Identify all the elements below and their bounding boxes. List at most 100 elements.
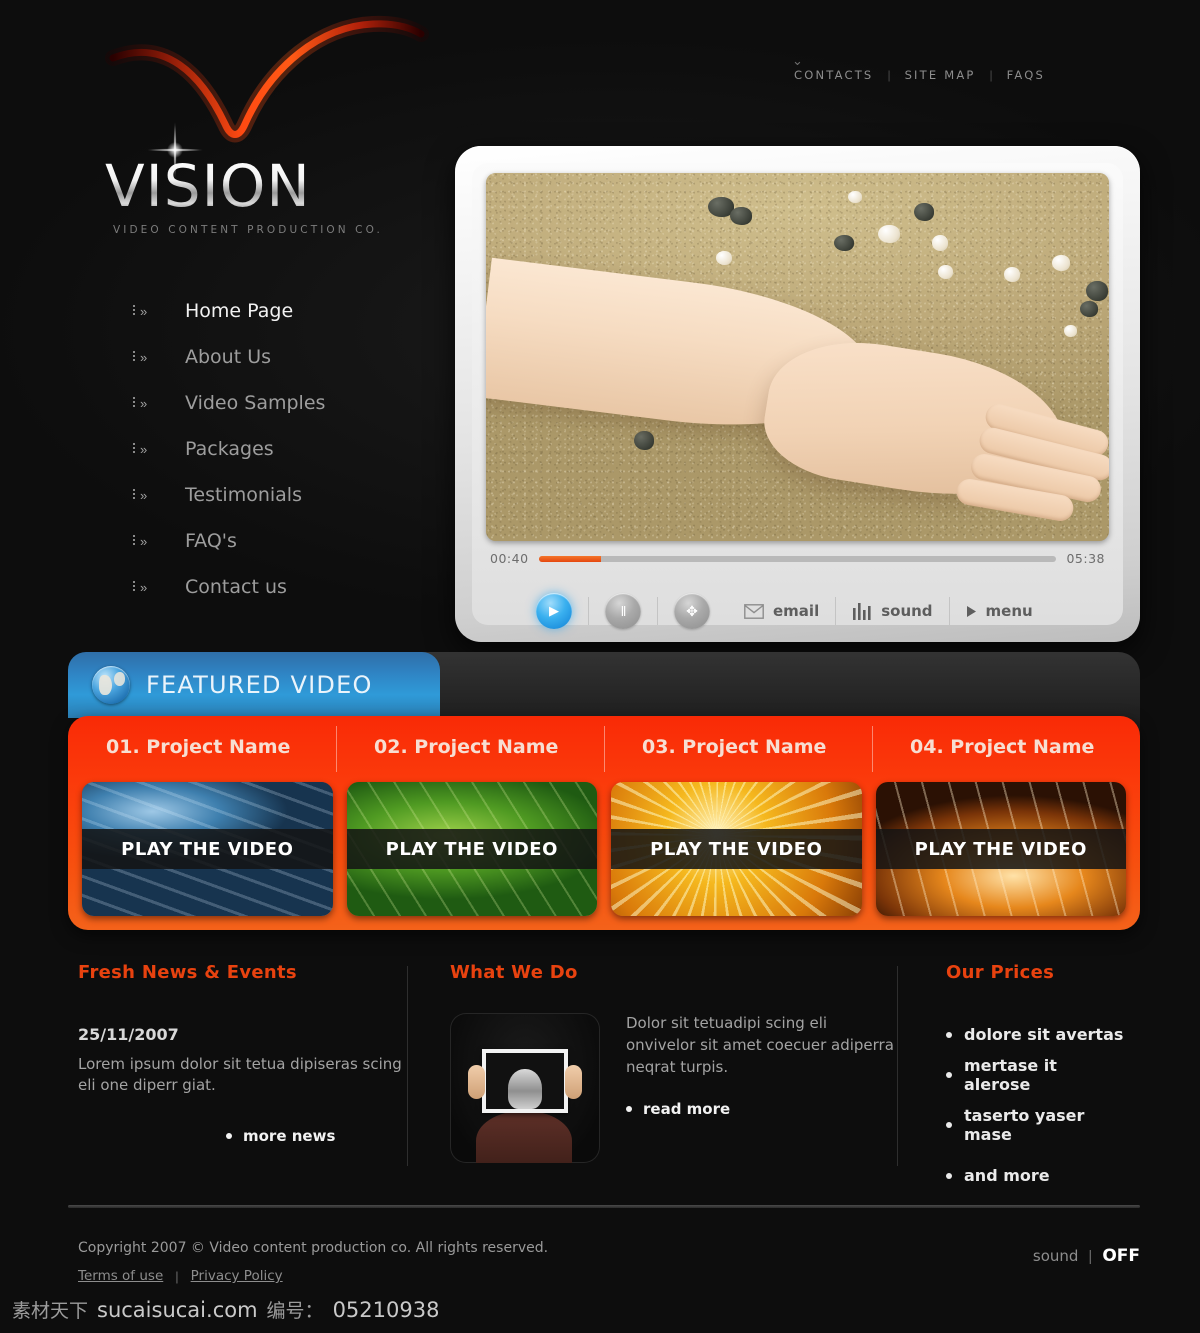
pebble bbox=[730, 207, 752, 225]
brand-name: VISION bbox=[105, 152, 311, 220]
project-thumbnail-3[interactable]: PLAY THE VIDEO bbox=[611, 782, 862, 916]
total-time: 05:38 bbox=[1066, 551, 1105, 566]
email-label: email bbox=[773, 602, 820, 620]
play-the-video-bar[interactable]: PLAY THE VIDEO bbox=[611, 829, 862, 869]
sidebar-item-video-samples[interactable]: » Video Samples bbox=[133, 380, 433, 426]
play-the-video-bar[interactable]: PLAY THE VIDEO bbox=[875, 829, 1126, 869]
featured-video-tab-label: FEATURED VIDEO bbox=[146, 671, 373, 699]
bullet-icon bbox=[946, 1122, 952, 1128]
pebble bbox=[932, 235, 948, 251]
pebble bbox=[1080, 301, 1098, 317]
footer-link-separator: | bbox=[175, 1268, 179, 1284]
news-column: Fresh News & Events 25/11/2007 Lorem ips… bbox=[78, 962, 408, 1172]
price-item[interactable]: taserto yaser mase bbox=[946, 1106, 1128, 1144]
pebble bbox=[1086, 281, 1108, 301]
project-thumbnail-1[interactable]: PLAY THE VIDEO bbox=[82, 782, 333, 916]
read-more-link[interactable]: read more bbox=[626, 1100, 898, 1118]
sound-button[interactable]: sound bbox=[852, 602, 933, 620]
news-more-wrap: more news bbox=[78, 1127, 408, 1145]
pause-button[interactable]: ‖ bbox=[605, 593, 641, 629]
fullscreen-icon: ✥ bbox=[686, 602, 698, 619]
person-head-back bbox=[508, 1069, 542, 1109]
news-body: Lorem ipsum dolor sit tetua dipiseras sc… bbox=[78, 1055, 402, 1095]
picture-photo bbox=[486, 1053, 564, 1109]
play-the-video-label: PLAY THE VIDEO bbox=[650, 838, 823, 860]
person-torso bbox=[476, 1111, 572, 1163]
price-item[interactable]: dolore sit avertas bbox=[946, 1025, 1128, 1044]
project-title-4: 04. Project Name bbox=[872, 716, 1140, 778]
sidebar-item-label: FAQ's bbox=[185, 530, 237, 552]
what-we-do-title: What We Do bbox=[450, 962, 578, 983]
pebble bbox=[1052, 255, 1070, 271]
topnav-item-faqs[interactable]: FAQS bbox=[993, 68, 1059, 82]
more-news-label: more news bbox=[243, 1126, 336, 1145]
project-title-1: 01. Project Name bbox=[68, 716, 336, 778]
sidebar-item-packages[interactable]: » Packages bbox=[133, 426, 433, 472]
play-the-video-label: PLAY THE VIDEO bbox=[914, 838, 1087, 860]
bullet-icon bbox=[226, 1132, 232, 1139]
prices-column: Our Prices dolore sit avertas mertase it… bbox=[898, 962, 1128, 1185]
sidebar-item-faqs[interactable]: » FAQ's bbox=[133, 518, 433, 564]
topnav-item-site-map[interactable]: SITE MAP bbox=[891, 68, 990, 82]
project-title-label: 01. Project Name bbox=[106, 736, 291, 758]
footer: Copyright 2007 © Video content productio… bbox=[78, 1240, 1140, 1284]
price-item-label: taserto yaser mase bbox=[964, 1106, 1085, 1144]
watermark-site: sucaisucai.com bbox=[97, 1298, 258, 1322]
prices-title: Our Prices bbox=[946, 962, 1055, 983]
sidebar-item-label: Contact us bbox=[185, 576, 287, 598]
watermark-number-label: 编号： bbox=[266, 1300, 324, 1322]
brand-tagline: VIDEO CONTENT PRODUCTION CO. bbox=[113, 224, 383, 236]
watermark-cn-label: 素材天下 bbox=[12, 1300, 89, 1322]
copyright-text: Copyright 2007 © Video content productio… bbox=[78, 1240, 549, 1256]
progress-track[interactable] bbox=[538, 555, 1057, 562]
sidebar-item-contact-us[interactable]: » Contact us bbox=[133, 564, 433, 610]
footer-links: Terms of use | Privacy Policy bbox=[78, 1268, 1140, 1284]
chevron-double-right-icon: » bbox=[133, 580, 185, 595]
project-title-label: 03. Project Name bbox=[642, 736, 827, 758]
current-time: 00:40 bbox=[490, 551, 529, 566]
video-screen[interactable] bbox=[486, 173, 1109, 541]
more-news-link[interactable]: more news bbox=[226, 1127, 408, 1145]
privacy-policy-link[interactable]: Privacy Policy bbox=[191, 1268, 283, 1284]
pebble bbox=[878, 225, 900, 243]
featured-video-tab[interactable]: FEATURED VIDEO bbox=[68, 652, 440, 718]
chevron-double-right-icon: » bbox=[133, 304, 185, 319]
terms-of-use-link[interactable]: Terms of use bbox=[78, 1268, 163, 1284]
pebble bbox=[848, 191, 862, 203]
what-we-do-image bbox=[450, 1013, 600, 1163]
footer-sound-toggle[interactable]: sound | OFF bbox=[1033, 1246, 1140, 1266]
swoosh-icon bbox=[105, 15, 429, 143]
sidebar-nav: » Home Page » About Us » Video Samples »… bbox=[133, 288, 433, 610]
video-player-body: 00:40 05:38 ▶ ‖ ✥ email sound menu bbox=[472, 163, 1123, 629]
fullscreen-button[interactable]: ✥ bbox=[674, 593, 710, 629]
bullet-icon bbox=[626, 1106, 632, 1113]
pebble bbox=[634, 431, 654, 450]
email-button[interactable]: email bbox=[744, 602, 819, 620]
pebble bbox=[834, 235, 854, 251]
price-item[interactable]: mertase it alerose bbox=[946, 1056, 1128, 1094]
topnav-item-contacts[interactable]: CONTACTS bbox=[780, 68, 887, 82]
news-date: 25/11/2007 bbox=[78, 1025, 179, 1044]
triangle-right-icon bbox=[966, 605, 976, 617]
price-item-label: dolore sit avertas bbox=[964, 1025, 1124, 1044]
watermark-number: 05210938 bbox=[332, 1298, 440, 1322]
sidebar-item-home-page[interactable]: » Home Page bbox=[133, 288, 433, 334]
play-the-video-bar[interactable]: PLAY THE VIDEO bbox=[82, 829, 333, 869]
sidebar-item-about-us[interactable]: » About Us bbox=[133, 334, 433, 380]
project-thumbnail-2[interactable]: PLAY THE VIDEO bbox=[346, 782, 597, 916]
player-controls: ▶ ‖ ✥ email sound menu bbox=[490, 581, 1105, 641]
footer-sound-value[interactable]: OFF bbox=[1102, 1246, 1140, 1266]
logo[interactable]: VISION VIDEO CONTENT PRODUCTION CO. bbox=[105, 12, 445, 242]
price-item-and-more[interactable]: and more bbox=[946, 1166, 1128, 1185]
play-button[interactable]: ▶ bbox=[536, 593, 572, 629]
sidebar-item-testimonials[interactable]: » Testimonials bbox=[133, 472, 433, 518]
chevron-down-icon[interactable]: ⌄ bbox=[792, 54, 803, 67]
project-thumbnail-4[interactable]: PLAY THE VIDEO bbox=[875, 782, 1126, 916]
content-columns: Fresh News & Events 25/11/2007 Lorem ips… bbox=[78, 962, 1128, 1185]
menu-button[interactable]: menu bbox=[966, 602, 1033, 620]
hand-right bbox=[565, 1065, 582, 1099]
pebble bbox=[1064, 325, 1077, 337]
play-the-video-bar[interactable]: PLAY THE VIDEO bbox=[346, 829, 597, 869]
chevron-double-right-icon: » bbox=[133, 442, 185, 457]
play-the-video-label: PLAY THE VIDEO bbox=[121, 838, 294, 860]
